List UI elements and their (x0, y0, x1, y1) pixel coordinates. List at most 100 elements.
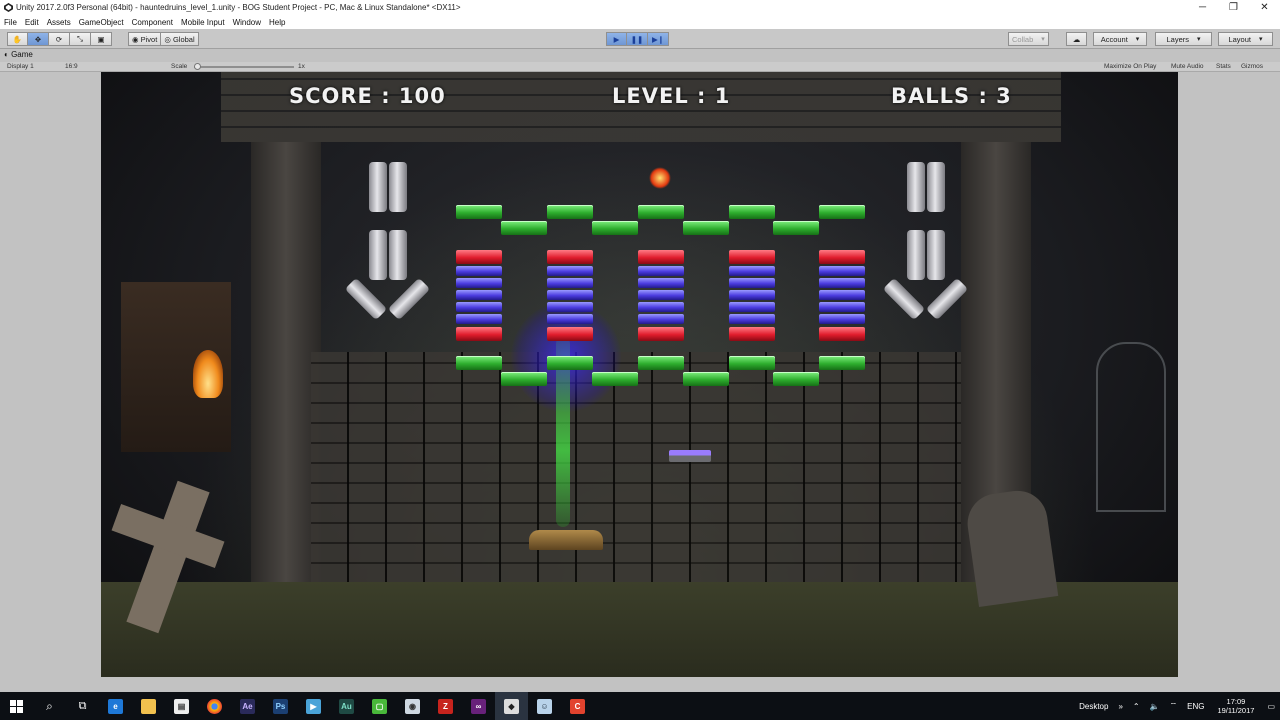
stats-toggle[interactable]: Stats (1216, 63, 1231, 70)
move-tool-icon[interactable]: ✥ (28, 32, 49, 46)
media-player-icon[interactable]: ▶ (297, 692, 330, 720)
restore-icon[interactable]: ❐ (1218, 0, 1249, 15)
audition-icon[interactable]: Au (330, 692, 363, 720)
play-button-icon[interactable]: ▶ (606, 32, 627, 46)
red-brick (729, 327, 775, 341)
unity-icon (3, 3, 13, 13)
store-icon[interactable]: ▤ (165, 692, 198, 720)
clock[interactable]: 17:09 19/11/2017 (1217, 697, 1254, 715)
transform-tools: ✋ ✥ ⟳ ⤡ ▣ (7, 32, 112, 46)
display-dropdown[interactable]: Display 1 (7, 63, 34, 70)
green-brick (638, 356, 684, 370)
chrome-icon[interactable] (198, 692, 231, 720)
fire (193, 350, 223, 398)
green-brick (547, 205, 593, 219)
filezilla-icon[interactable]: Z (429, 692, 462, 720)
red-brick (638, 250, 684, 264)
scale-slider-handle[interactable] (194, 63, 201, 70)
clock-date: 19/11/2017 (1217, 706, 1255, 715)
minimize-icon[interactable]: ─ (1187, 0, 1218, 15)
collab-button[interactable]: Collab (1008, 32, 1049, 46)
task-view-icon[interactable]: ⧉ (66, 692, 99, 720)
game-view[interactable]: SCORE : 100 LEVEL : 1 BALLS : 3 (101, 72, 1178, 677)
language-icon[interactable]: ENG (1187, 702, 1204, 711)
menu-edit[interactable]: Edit (25, 18, 39, 27)
left-flipper (387, 277, 431, 321)
close-icon[interactable]: ✕ (1249, 0, 1280, 15)
player-paddle[interactable] (669, 450, 711, 462)
right-bumper (907, 162, 925, 212)
wifi-icon[interactable]: ⌔ (1170, 701, 1178, 711)
layout-dropdown[interactable]: Layout (1218, 32, 1273, 46)
unity-taskbar-icon[interactable]: ◆ (495, 692, 528, 720)
windows-start-icon[interactable] (0, 692, 33, 720)
show-hidden-icons-icon[interactable]: ⌃ (1133, 702, 1140, 711)
global-button[interactable]: ◎ Global (161, 32, 199, 46)
scale-slider-track[interactable] (194, 66, 294, 68)
green-app-icon[interactable]: ▢ (363, 692, 396, 720)
chevron-right-icon[interactable]: » (1118, 702, 1122, 711)
red-brick (819, 327, 865, 341)
blue-brick (819, 278, 865, 288)
menu-file[interactable]: File (4, 18, 17, 27)
aspect-dropdown[interactable]: 16:9 (65, 63, 78, 70)
blue-brick (547, 314, 593, 324)
menu-help[interactable]: Help (269, 18, 285, 27)
visual-studio-icon[interactable]: ∞ (462, 692, 495, 720)
game-tab-icon: ◐ (4, 50, 12, 59)
photoshop-icon[interactable]: Ps (264, 692, 297, 720)
blue-brick (729, 302, 775, 312)
red-brick (638, 327, 684, 341)
maximize-on-play-toggle[interactable]: Maximize On Play (1104, 63, 1156, 70)
tombstone (963, 486, 1059, 608)
edge-browser-icon[interactable]: e (99, 692, 132, 720)
game-ball (649, 167, 671, 189)
red-brick (819, 250, 865, 264)
left-bumper (389, 162, 407, 212)
blue-brick (456, 314, 502, 324)
rect-tool-icon[interactable]: ▣ (91, 32, 112, 46)
notifications-icon[interactable]: ▭ (1267, 702, 1275, 711)
file-explorer-icon[interactable] (132, 692, 165, 720)
volume-icon[interactable]: 🔈 (1150, 702, 1160, 711)
step-button-icon[interactable]: ▶❙ (648, 32, 669, 46)
red-app-icon[interactable]: C (561, 692, 594, 720)
blue-brick (819, 290, 865, 300)
blue-brick (456, 278, 502, 288)
scale-tool-icon[interactable]: ⤡ (70, 32, 91, 46)
scale-label: Scale (171, 63, 188, 70)
after-effects-icon[interactable]: Ae (231, 692, 264, 720)
game-tab[interactable]: ◐ Game (4, 50, 33, 59)
level-display: LEVEL : 1 (612, 84, 731, 108)
menu-component[interactable]: Component (132, 18, 173, 27)
hand-tool-icon[interactable]: ✋ (7, 32, 28, 46)
blue-brick (547, 278, 593, 288)
menu-gameobject[interactable]: GameObject (79, 18, 124, 27)
green-brick (501, 372, 547, 386)
rotate-tool-icon[interactable]: ⟳ (49, 32, 70, 46)
desktop-toolbar[interactable]: Desktop (1079, 702, 1108, 711)
recorder-app-icon[interactable]: ◉ (396, 692, 429, 720)
cloud-icon[interactable]: ☁ (1066, 32, 1087, 46)
green-brick (773, 372, 819, 386)
blue-brick (456, 290, 502, 300)
search-icon[interactable]: ⌕ (33, 692, 66, 720)
menu-assets[interactable]: Assets (47, 18, 71, 27)
mute-audio-toggle[interactable]: Mute Audio (1171, 63, 1204, 70)
pivot-button[interactable]: ◉ Pivot (128, 32, 162, 46)
title-bar: Unity 2017.2.0f3 Personal (64bit) - haun… (0, 0, 1280, 15)
blue-brick (638, 314, 684, 324)
layers-dropdown[interactable]: Layers (1155, 32, 1212, 46)
green-brick (683, 221, 729, 235)
chat-app-icon[interactable]: ☺ (528, 692, 561, 720)
green-brick (729, 205, 775, 219)
blue-brick (638, 290, 684, 300)
account-dropdown[interactable]: Account (1093, 32, 1147, 46)
play-controls: ▶ ❚❚ ▶❙ (606, 32, 669, 46)
menu-mobile-input[interactable]: Mobile Input (181, 18, 225, 27)
pause-button-icon[interactable]: ❚❚ (627, 32, 648, 46)
red-brick (456, 250, 502, 264)
menu-window[interactable]: Window (233, 18, 261, 27)
gizmos-dropdown[interactable]: Gizmos (1241, 63, 1263, 70)
brick-wall (311, 352, 961, 602)
